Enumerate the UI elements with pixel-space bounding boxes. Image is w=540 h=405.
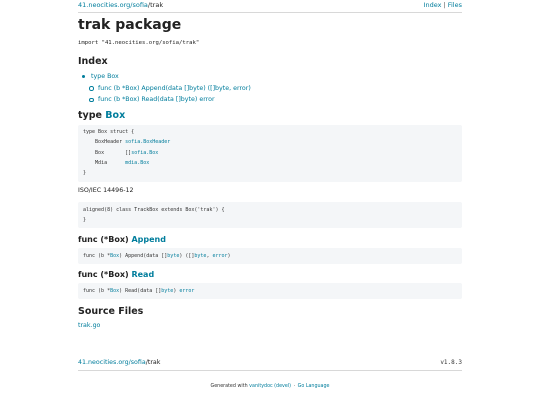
type-link-error[interactable]: error [212, 253, 227, 259]
index-item-read: func (b *Box) Read(data []byte) error [89, 94, 251, 106]
index-heading: Index [78, 56, 108, 67]
source-file-link[interactable]: trak.go [78, 322, 100, 329]
field-name: Mdia [95, 160, 108, 166]
page-title: trak package [78, 17, 182, 33]
code-line: BoxHeader sofia.BoxHeader [83, 139, 170, 145]
code-text: ) Read(data [] [119, 288, 162, 294]
heading-receiver: func (*Box) [78, 270, 129, 279]
code-text: ) ([] [179, 253, 195, 259]
index-list: type Box func (b *Box) Append(data []byt… [82, 71, 251, 106]
heading-receiver: func (*Box) [78, 235, 129, 244]
import-statement: import "41.neocities.org/sofia/trak" [78, 40, 200, 46]
top-nav: Index | Files [424, 1, 462, 10]
top-bar: 41.neocities.org/sofia/trak Index | Files [78, 1, 462, 13]
read-anchor[interactable]: Read [131, 270, 154, 279]
read-heading: func (*Box) Read [78, 270, 154, 279]
spec-code-block: aligned(8) class TrackBox extends Box('t… [78, 202, 462, 228]
index-link-type-box[interactable]: type Box [91, 73, 119, 80]
footer-breadcrumb-current: /trak [145, 359, 161, 366]
code-text: func (b * [83, 253, 111, 259]
heading-keyword: type [78, 110, 102, 121]
type-link-box[interactable]: Box [110, 288, 119, 294]
index-item-append: func (b *Box) Append(data []byte) ([]byt… [89, 83, 251, 95]
code-line: func (b *Box) Read(data []byte) error [83, 288, 194, 294]
type-box-anchor[interactable]: Box [105, 110, 125, 121]
code-line: } [83, 217, 87, 223]
bullet-icon [89, 86, 94, 91]
generated-text: Generated with [210, 384, 248, 389]
type-link-byte[interactable]: byte [161, 288, 173, 294]
code-line: func (b *Box) Append(data []byte) ([]byt… [83, 253, 231, 259]
dot-separator: · [293, 384, 296, 389]
append-anchor[interactable]: Append [131, 235, 166, 244]
nav-separator: | [443, 1, 446, 9]
type-box-code-block: type Box struct { BoxHeader sofia.BoxHea… [78, 125, 462, 182]
index-item-type-box: type Box [82, 71, 251, 83]
type-link-mdia-box[interactable]: mdia.Box [125, 160, 149, 166]
type-link-byte[interactable]: byte [194, 253, 206, 259]
generated-by: Generated with vanitydoc (devel) · Go La… [0, 384, 540, 389]
index-link[interactable]: Index [424, 1, 442, 9]
spec-text: ISO/IEC 14496-12 [78, 187, 134, 194]
code-text: func (b * [83, 288, 111, 294]
append-heading: func (*Box) Append [78, 235, 166, 244]
code-line: type Box struct { [83, 129, 135, 135]
index-link-read[interactable]: func (b *Box) Read(data []byte) error [98, 96, 215, 103]
files-link[interactable]: Files [448, 1, 462, 9]
code-line: } [83, 170, 87, 176]
go-language-link[interactable]: Go Language [298, 384, 330, 389]
type-link-byte[interactable]: byte [167, 253, 179, 259]
read-signature-block: func (b *Box) Read(data []byte) error [78, 283, 462, 299]
footer-breadcrumb: 41.neocities.org/sofia/trak [78, 359, 160, 366]
type-link-boxheader[interactable]: sofia.BoxHeader [125, 139, 170, 145]
type-link-sofia-box[interactable]: sofia.Box [131, 150, 158, 156]
code-line: Mdia mdia.Box [83, 160, 149, 166]
type-link-box[interactable]: Box [110, 253, 119, 259]
type-link-error[interactable]: error [179, 288, 194, 294]
type-box-heading: type Box [78, 110, 125, 121]
footer-link-sofia[interactable]: 41.neocities.org/sofia [78, 359, 146, 366]
field-name: BoxHeader [95, 139, 123, 145]
breadcrumb: 41.neocities.org/sofia/trak [78, 1, 163, 10]
index-link-append[interactable]: func (b *Box) Append(data []byte) ([]byt… [98, 85, 251, 92]
field-name: Box [95, 150, 105, 156]
code-text: ) Append(data [] [119, 253, 168, 259]
code-line: aligned(8) class TrackBox extends Box('t… [83, 207, 225, 213]
footer-bar: 41.neocities.org/sofia/trak v1.8.3 [78, 358, 462, 371]
breadcrumb-current: /trak [147, 1, 164, 9]
code-line: Box []sofia.Box [83, 150, 158, 156]
code-text: ) [227, 253, 231, 259]
vanitydoc-link[interactable]: vanitydoc (devel) [249, 384, 291, 389]
version-label: v1.8.3 [440, 359, 462, 366]
source-files-heading: Source Files [78, 306, 144, 317]
breadcrumb-link-sofia[interactable]: 41.neocities.org/sofia [78, 1, 148, 9]
bullet-icon [89, 97, 94, 102]
bullet-icon [82, 75, 85, 78]
append-signature-block: func (b *Box) Append(data []byte) ([]byt… [78, 248, 462, 264]
